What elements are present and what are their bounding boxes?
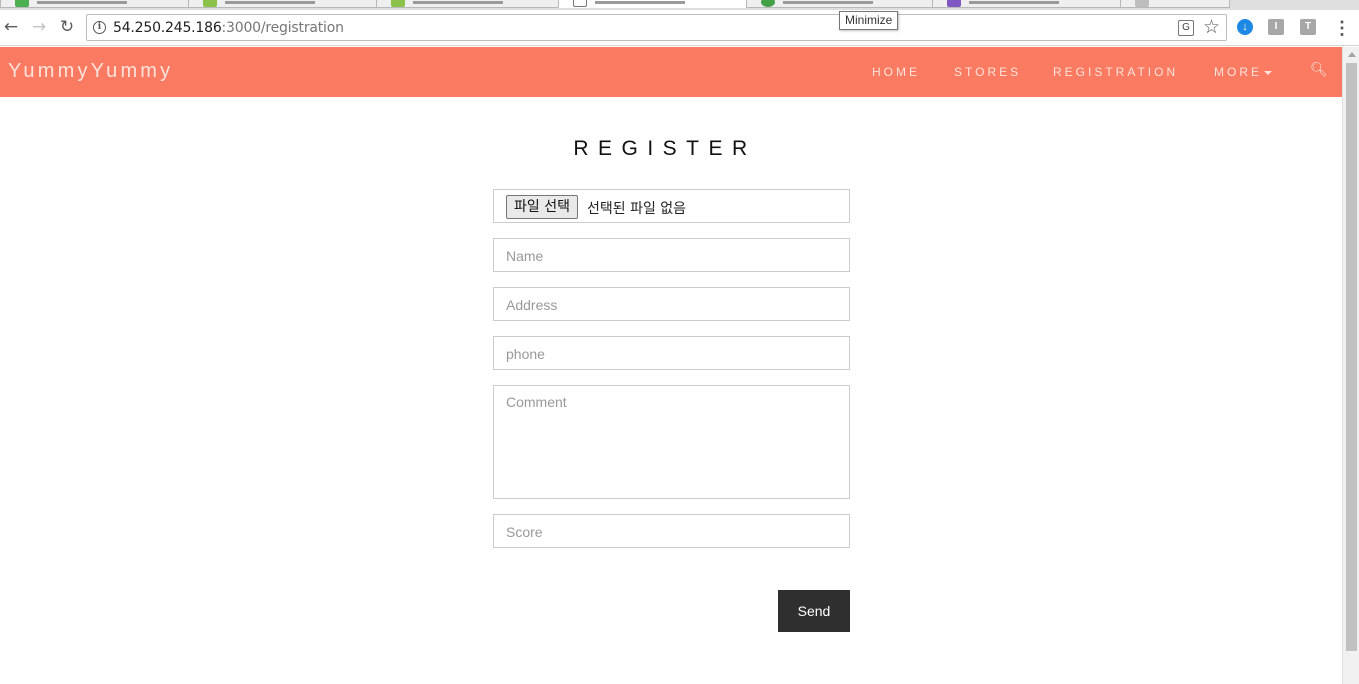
url-host: 54.250.245.186 [113,20,222,36]
nav-home[interactable]: HOME [872,65,920,79]
tab-favicon-icon [15,0,29,7]
nav-more[interactable]: MORE [1214,65,1272,79]
choose-file-button[interactable]: 파일 선택 [506,195,578,219]
extension-i-icon[interactable]: I [1268,19,1284,35]
name-input[interactable]: Name [493,238,850,272]
address-bar[interactable]: i 54.250.245.186:3000/registration G ☆ [86,14,1227,41]
tab-favicon-icon [1135,0,1149,7]
tab-title-placeholder [37,1,127,4]
tab-favicon-icon [761,0,775,7]
search-icon[interactable]: 🔍︎ [1310,62,1328,78]
browser-toolbar: ← → ↻ i 54.250.245.186:3000/registration… [0,10,1359,46]
tab-favicon-icon [947,0,961,7]
nav-registration[interactable]: REGISTRATION [1053,65,1178,79]
browser-tab[interactable] [932,0,1128,8]
extension-t-icon[interactable]: T [1300,19,1316,35]
score-placeholder: Score [506,524,543,540]
phone-placeholder: phone [506,346,545,362]
page-title: REGISTER [573,137,757,160]
tab-title-placeholder [595,1,685,4]
nav-stores[interactable]: STORES [954,65,1021,79]
tooltip: Minimize [839,11,899,30]
translate-icon[interactable]: G [1178,20,1194,36]
name-placeholder: Name [506,248,544,264]
tab-strip [0,0,1359,10]
browser-tab-active[interactable] [558,0,754,8]
page-icon [573,0,587,7]
url-path: :3000/registration [221,20,344,36]
address-input[interactable]: Address [493,287,850,321]
file-input[interactable]: 파일 선택 선택된 파일 없음 [493,189,850,223]
tab-title-placeholder [969,1,1059,4]
site-info-icon[interactable]: i [93,21,106,34]
tab-title-placeholder [225,1,315,4]
reload-icon[interactable]: ↻ [56,16,78,38]
file-status-text: 선택된 파일 없음 [587,201,687,217]
browser-tab[interactable] [0,0,196,8]
comment-placeholder: Comment [506,394,567,410]
caret-down-icon [1264,70,1272,75]
nav-more-label: MORE [1214,65,1262,79]
score-input[interactable]: Score [493,514,850,548]
scrollbar-thumb[interactable] [1346,63,1357,651]
browser-tab[interactable] [746,0,942,8]
page-viewport: YummyYummy HOME STORES REGISTRATION MORE… [0,47,1342,684]
bookmark-star-icon[interactable]: ☆ [1203,16,1220,38]
browser-tab[interactable] [188,0,384,8]
browser-tab[interactable] [376,0,562,8]
tab-favicon-icon [203,0,217,7]
send-button[interactable]: Send [778,590,850,632]
comment-textarea[interactable]: Comment [493,385,850,499]
browser-tab[interactable] [1120,0,1230,8]
forward-arrow-icon[interactable]: → [28,16,50,38]
tab-title-placeholder [413,1,503,4]
menu-kebab-icon[interactable]: ⋮ [1332,18,1352,38]
tab-title-placeholder [783,1,873,4]
scroll-up-arrow-icon[interactable] [1348,52,1356,57]
tab-favicon-icon [391,0,405,7]
url-text: 54.250.245.186:3000/registration [113,20,344,36]
back-arrow-icon[interactable]: ← [0,16,22,38]
site-navbar: YummyYummy HOME STORES REGISTRATION MORE… [0,47,1342,97]
address-placeholder: Address [506,297,558,313]
page-scrollbar[interactable] [1342,47,1359,684]
phone-input[interactable]: phone [493,336,850,370]
download-extension-icon[interactable]: ↓ [1237,19,1253,35]
site-brand[interactable]: YummyYummy [8,60,173,83]
